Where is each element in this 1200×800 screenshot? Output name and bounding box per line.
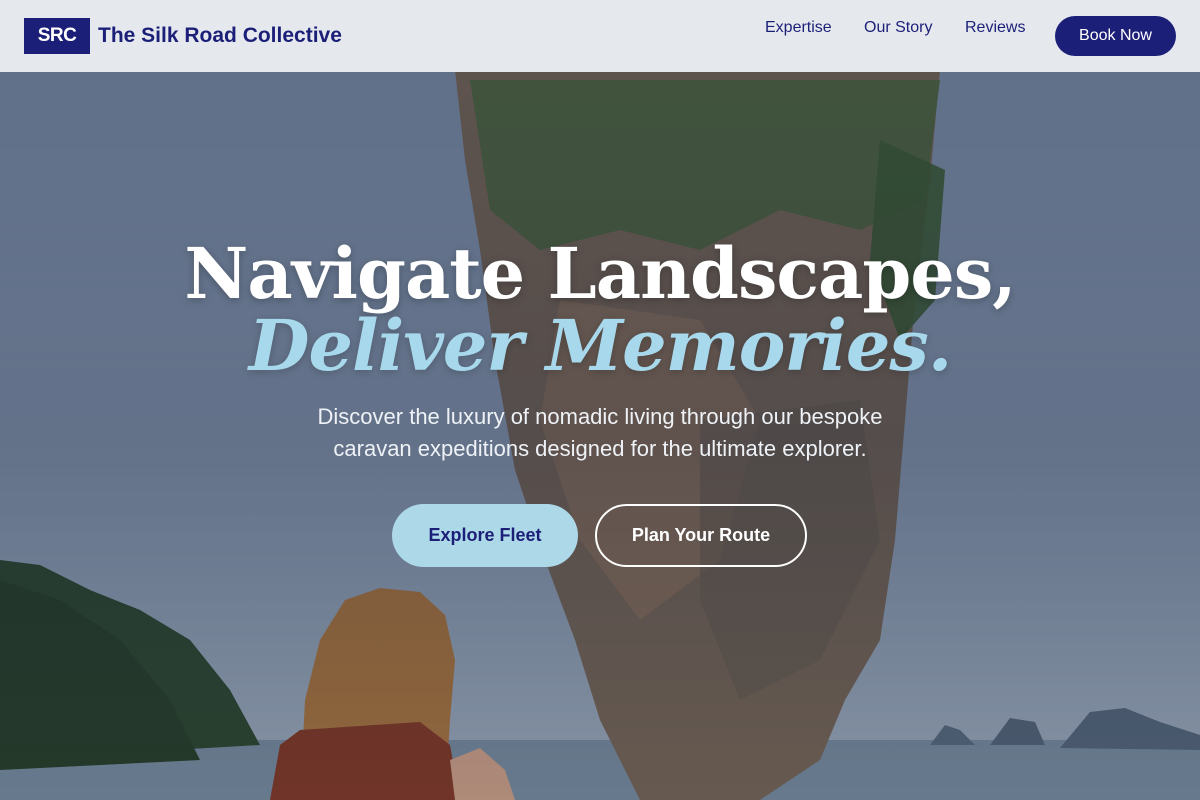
- hero-headline-line2: Deliver Memories.: [248, 304, 952, 387]
- plan-your-route-button[interactable]: Plan Your Route: [595, 504, 807, 567]
- brand-name[interactable]: The Silk Road Collective: [98, 22, 342, 50]
- logo-badge[interactable]: SRC: [24, 18, 90, 54]
- hero-overlay: [0, 0, 1200, 800]
- book-now-button[interactable]: Book Now: [1055, 16, 1176, 56]
- nav-link-reviews[interactable]: Reviews: [965, 17, 1025, 39]
- nav-link-expertise[interactable]: Expertise: [765, 17, 832, 39]
- site-header: SRC The Silk Road Collective Expertise O…: [0, 0, 1200, 72]
- hero-section: [0, 0, 1200, 800]
- hero-subtitle: Discover the luxury of nomadic living th…: [317, 404, 883, 461]
- nav-link-our-story[interactable]: Our Story: [864, 17, 932, 39]
- explore-fleet-button[interactable]: Explore Fleet: [392, 504, 578, 567]
